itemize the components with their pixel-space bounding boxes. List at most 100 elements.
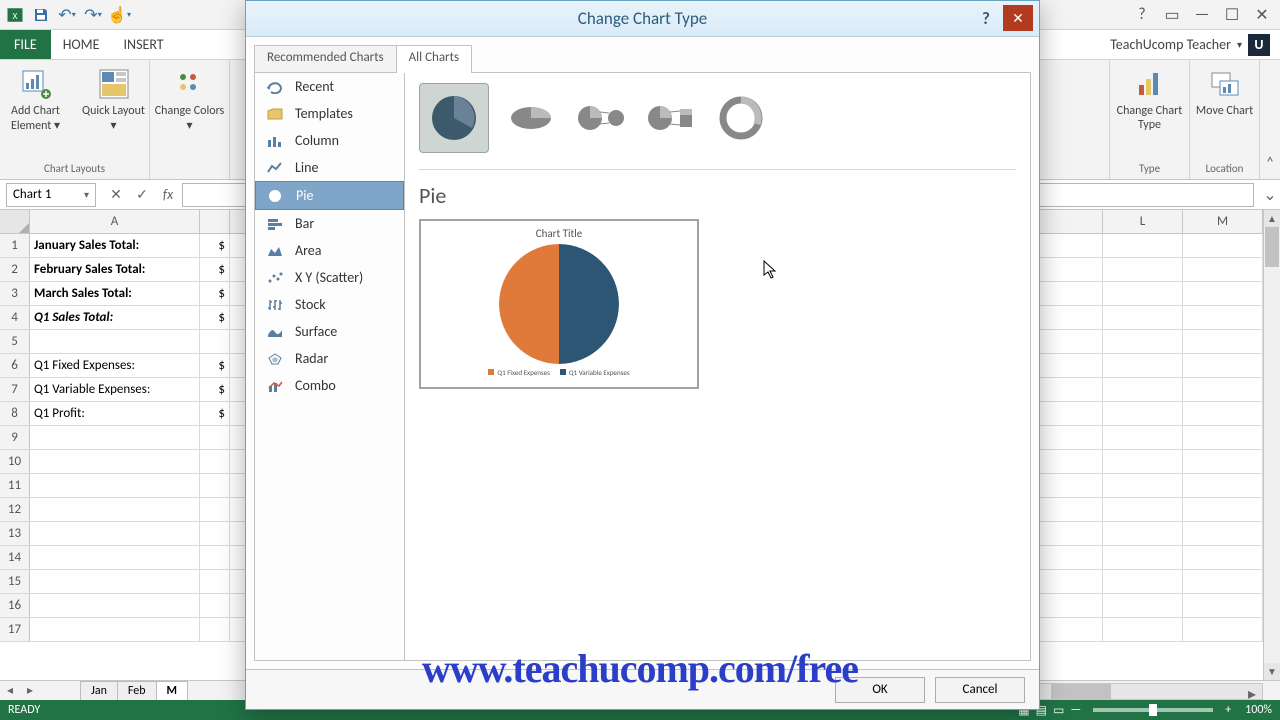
zoom-in-icon[interactable]: + bbox=[1225, 703, 1231, 717]
cell[interactable] bbox=[1183, 234, 1263, 257]
cell[interactable] bbox=[1183, 570, 1263, 593]
category-x-y-scatter-[interactable]: X Y (Scatter) bbox=[255, 264, 404, 291]
cell[interactable] bbox=[30, 546, 200, 569]
category-pie[interactable]: Pie bbox=[255, 181, 404, 210]
cell[interactable] bbox=[200, 522, 230, 545]
cell[interactable] bbox=[1103, 474, 1183, 497]
cancel-formula-icon[interactable]: ✕ bbox=[108, 186, 124, 203]
row-header[interactable]: 6 bbox=[0, 354, 30, 377]
tab-all-charts[interactable]: All Charts bbox=[396, 45, 472, 73]
cell[interactable] bbox=[30, 474, 200, 497]
quick-layout-button[interactable]: Quick Layout ▾ bbox=[79, 64, 149, 133]
cell[interactable]: $ bbox=[200, 354, 230, 377]
cell[interactable] bbox=[1183, 426, 1263, 449]
chart-preview[interactable]: Chart Title Q1 Fixed Expenses Q1 Variabl… bbox=[419, 219, 699, 389]
cell[interactable] bbox=[1183, 594, 1263, 617]
cell[interactable] bbox=[1103, 306, 1183, 329]
cell[interactable]: Q1 Sales Total: bbox=[30, 306, 200, 329]
cell[interactable] bbox=[1183, 306, 1263, 329]
change-chart-type-button[interactable]: Change Chart Type bbox=[1115, 64, 1185, 132]
zoom-out-icon[interactable]: — bbox=[1070, 703, 1081, 717]
cell[interactable] bbox=[1183, 378, 1263, 401]
account-name[interactable]: TeachUcomp Teacher▾ U bbox=[1110, 30, 1280, 59]
cell[interactable]: Q1 Profit: bbox=[30, 402, 200, 425]
cell[interactable] bbox=[200, 426, 230, 449]
cell[interactable] bbox=[30, 594, 200, 617]
enter-formula-icon[interactable]: ✓ bbox=[134, 186, 150, 203]
cell[interactable]: $ bbox=[200, 234, 230, 257]
maximize-icon[interactable]: ☐ bbox=[1222, 5, 1242, 25]
scroll-up-icon[interactable]: ▲ bbox=[1264, 210, 1280, 227]
cell[interactable]: January Sales Total: bbox=[30, 234, 200, 257]
tab-recommended-charts[interactable]: Recommended Charts bbox=[254, 45, 397, 73]
expand-formula-bar-icon[interactable]: ⌄ bbox=[1260, 185, 1280, 205]
category-templates[interactable]: Templates bbox=[255, 100, 404, 127]
cell[interactable] bbox=[1183, 402, 1263, 425]
category-bar[interactable]: Bar bbox=[255, 210, 404, 237]
cell[interactable] bbox=[200, 450, 230, 473]
cell[interactable] bbox=[1183, 354, 1263, 377]
cell[interactable] bbox=[30, 426, 200, 449]
cell[interactable] bbox=[30, 618, 200, 641]
fx-icon[interactable]: fx bbox=[160, 186, 176, 203]
category-line[interactable]: Line bbox=[255, 154, 404, 181]
category-column[interactable]: Column bbox=[255, 127, 404, 154]
row-header[interactable]: 4 bbox=[0, 306, 30, 329]
cell[interactable] bbox=[200, 330, 230, 353]
save-icon[interactable] bbox=[32, 6, 50, 24]
cell[interactable] bbox=[30, 330, 200, 353]
touch-mode-icon[interactable]: ☝▾ bbox=[110, 6, 128, 24]
cell[interactable]: $ bbox=[200, 282, 230, 305]
cell[interactable] bbox=[1103, 450, 1183, 473]
row-header[interactable]: 3 bbox=[0, 282, 30, 305]
row-header[interactable]: 17 bbox=[0, 618, 30, 641]
cell[interactable] bbox=[1183, 258, 1263, 281]
row-header[interactable]: 12 bbox=[0, 498, 30, 521]
row-header[interactable]: 14 bbox=[0, 546, 30, 569]
zoom-percent[interactable]: 100% bbox=[1245, 703, 1272, 717]
cell[interactable] bbox=[1183, 498, 1263, 521]
row-header[interactable]: 1 bbox=[0, 234, 30, 257]
cell[interactable] bbox=[1103, 378, 1183, 401]
category-surface[interactable]: Surface bbox=[255, 318, 404, 345]
move-chart-button[interactable]: Move Chart bbox=[1190, 64, 1260, 118]
cell[interactable] bbox=[1103, 498, 1183, 521]
file-tab[interactable]: FILE bbox=[0, 30, 51, 59]
cell[interactable] bbox=[1103, 282, 1183, 305]
cell[interactable] bbox=[30, 498, 200, 521]
cell[interactable]: Q1 Fixed Expenses: bbox=[30, 354, 200, 377]
row-header[interactable]: 2 bbox=[0, 258, 30, 281]
column-header-l[interactable]: L bbox=[1103, 210, 1183, 233]
category-radar[interactable]: Radar bbox=[255, 345, 404, 372]
row-header[interactable]: 16 bbox=[0, 594, 30, 617]
cell[interactable] bbox=[200, 498, 230, 521]
zoom-slider[interactable] bbox=[1093, 708, 1213, 712]
row-header[interactable]: 11 bbox=[0, 474, 30, 497]
cell[interactable] bbox=[1103, 570, 1183, 593]
vertical-scrollbar[interactable]: ▲ ▼ bbox=[1263, 210, 1280, 680]
subtype-bar-of-pie[interactable] bbox=[643, 90, 699, 146]
close-icon[interactable]: ✕ bbox=[1252, 5, 1272, 25]
cell[interactable] bbox=[1183, 618, 1263, 641]
cell[interactable]: February Sales Total: bbox=[30, 258, 200, 281]
cell[interactable]: March Sales Total: bbox=[30, 282, 200, 305]
subtype-doughnut[interactable] bbox=[713, 90, 769, 146]
cell[interactable]: $ bbox=[200, 258, 230, 281]
cell[interactable] bbox=[30, 450, 200, 473]
collapse-ribbon-icon[interactable]: ˄ bbox=[1260, 60, 1280, 179]
help-icon[interactable]: ? bbox=[1132, 5, 1152, 25]
dialog-title-bar[interactable]: Change Chart Type ? ✕ bbox=[246, 1, 1039, 37]
cell[interactable] bbox=[1183, 330, 1263, 353]
row-header[interactable]: 15 bbox=[0, 570, 30, 593]
redo-icon[interactable]: ↷▾ bbox=[84, 6, 102, 24]
subtype-pie-3d[interactable] bbox=[503, 90, 559, 146]
name-box[interactable]: Chart 1▾ bbox=[6, 183, 96, 207]
row-header[interactable]: 9 bbox=[0, 426, 30, 449]
row-header[interactable]: 10 bbox=[0, 450, 30, 473]
cell[interactable] bbox=[200, 570, 230, 593]
cell[interactable]: Q1 Variable Expenses: bbox=[30, 378, 200, 401]
home-tab[interactable]: HOME bbox=[51, 30, 112, 59]
cell[interactable] bbox=[1103, 330, 1183, 353]
row-header[interactable]: 13 bbox=[0, 522, 30, 545]
cell[interactable] bbox=[200, 594, 230, 617]
